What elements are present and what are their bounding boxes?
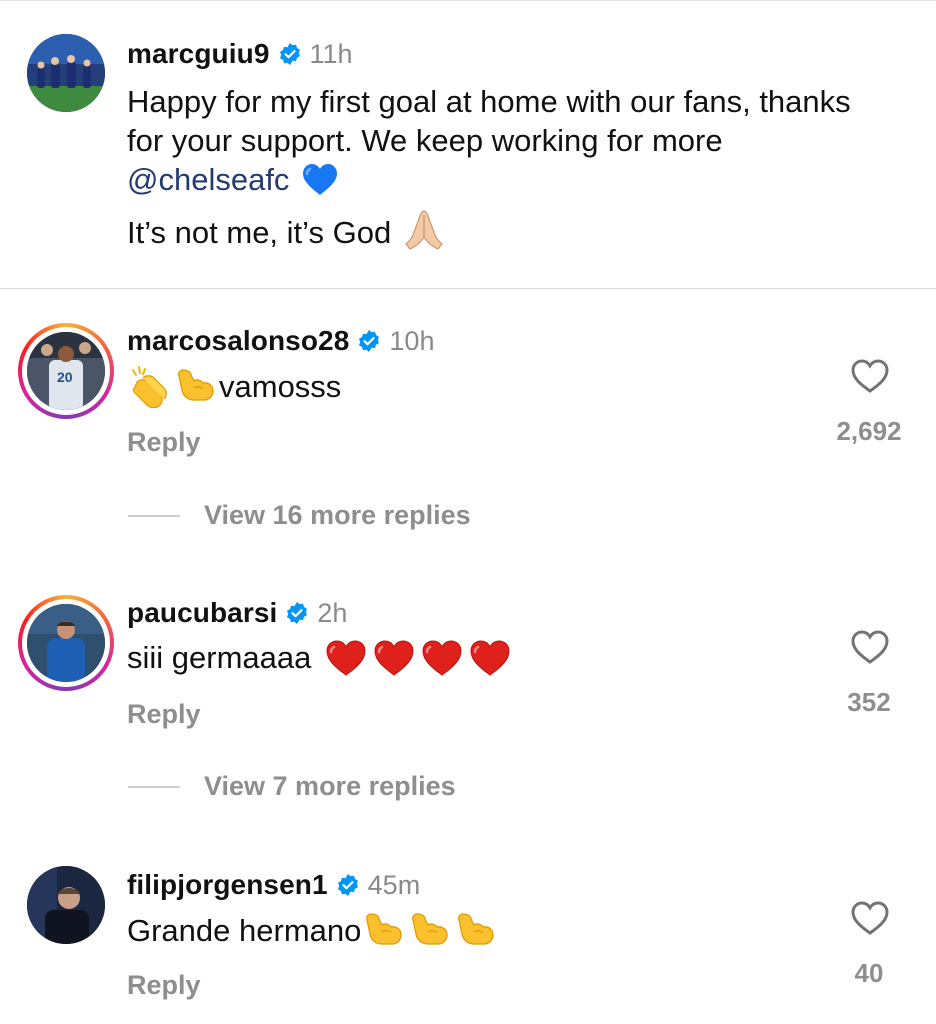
post-username[interactable]: marcguiu9 bbox=[127, 38, 270, 70]
verified-badge-icon bbox=[285, 601, 309, 625]
comment-meta-1: marcosalonso28 10h bbox=[127, 325, 434, 357]
red-heart-icon bbox=[325, 639, 367, 677]
caption-text-2: It’s not me, it’s God bbox=[127, 215, 392, 250]
caption-line-2: It’s not me, it’s God bbox=[127, 209, 887, 252]
view-more-replies-1[interactable]: View 16 more replies bbox=[128, 500, 471, 531]
reply-button-1[interactable]: Reply bbox=[127, 427, 201, 458]
top-border bbox=[0, 0, 936, 1]
svg-text:20: 20 bbox=[57, 369, 73, 385]
story-ring[interactable]: 20 bbox=[18, 323, 114, 419]
avatar-marcguiu9[interactable] bbox=[27, 34, 105, 112]
comment-body-2: siii germaaaa bbox=[127, 640, 312, 675]
comment-username-3[interactable]: filipjorgensen1 bbox=[127, 869, 328, 901]
post-caption: Happy for my first goal at home with our… bbox=[127, 82, 887, 252]
red-heart-icon bbox=[373, 639, 415, 677]
comment-time-2: 2h bbox=[317, 597, 348, 628]
comment-body-3: Grande hermano bbox=[127, 913, 362, 948]
view-replies-label-2[interactable]: View 7 more replies bbox=[204, 771, 456, 802]
like-count-2: 352 bbox=[847, 687, 891, 717]
verified-badge-icon bbox=[278, 42, 302, 66]
reply-button-2[interactable]: Reply bbox=[127, 699, 201, 730]
thread-line bbox=[128, 785, 180, 788]
mention-link[interactable]: @chelseafc bbox=[127, 162, 289, 197]
comment-username-2[interactable]: paucubarsi bbox=[127, 597, 277, 629]
view-more-replies-2[interactable]: View 7 more replies bbox=[128, 771, 456, 802]
post-time: 11h bbox=[309, 38, 353, 69]
comment-meta-2: paucubarsi 2h bbox=[127, 597, 347, 629]
folded-hands-icon bbox=[404, 209, 444, 251]
view-replies-label-1[interactable]: View 16 more replies bbox=[204, 500, 471, 531]
verified-badge-icon bbox=[357, 329, 381, 353]
post-meta: marcguiu9 11h bbox=[127, 38, 353, 70]
verified-badge-icon bbox=[336, 873, 360, 897]
clapping-hands-icon bbox=[127, 366, 171, 408]
like-heart-icon-1[interactable] bbox=[850, 358, 890, 394]
red-heart-icon bbox=[469, 639, 511, 677]
blue-heart-icon bbox=[302, 163, 338, 196]
caption-line-1: Happy for my first goal at home with our… bbox=[127, 82, 887, 199]
avatar-marcosalonso28[interactable]: 20 bbox=[27, 332, 105, 410]
flexed-biceps-icon bbox=[455, 910, 495, 952]
avatar-filipjorgensen1[interactable] bbox=[27, 866, 105, 944]
comment-text-3: Grande hermano bbox=[127, 910, 495, 952]
avatar-paucubarsi[interactable] bbox=[27, 604, 105, 682]
comment-text-2: siii germaaaa bbox=[127, 639, 511, 677]
flexed-biceps-icon bbox=[363, 910, 403, 952]
thread-line bbox=[128, 514, 180, 517]
comment-time-1: 10h bbox=[389, 325, 435, 356]
like-count-1: 2,692 bbox=[836, 416, 902, 446]
flexed-biceps-icon bbox=[175, 366, 215, 408]
reply-button-3[interactable]: Reply bbox=[127, 970, 201, 1001]
comment-username-1[interactable]: marcosalonso28 bbox=[127, 325, 349, 357]
like-heart-icon-2[interactable] bbox=[850, 629, 890, 665]
comment-time-3: 45m bbox=[367, 869, 421, 900]
red-heart-icon bbox=[421, 639, 463, 677]
comment-meta-3: filipjorgensen1 45m bbox=[127, 869, 420, 901]
story-ring[interactable] bbox=[18, 595, 114, 691]
flexed-biceps-icon bbox=[409, 910, 449, 952]
comment-body-1: vamosss bbox=[219, 369, 342, 404]
like-heart-icon-3[interactable] bbox=[850, 900, 890, 936]
like-count-3: 40 bbox=[854, 958, 884, 988]
caption-text: Happy for my first goal at home with our… bbox=[127, 84, 851, 158]
caption-divider bbox=[0, 288, 936, 289]
comment-text-1: vamosss bbox=[127, 366, 341, 408]
